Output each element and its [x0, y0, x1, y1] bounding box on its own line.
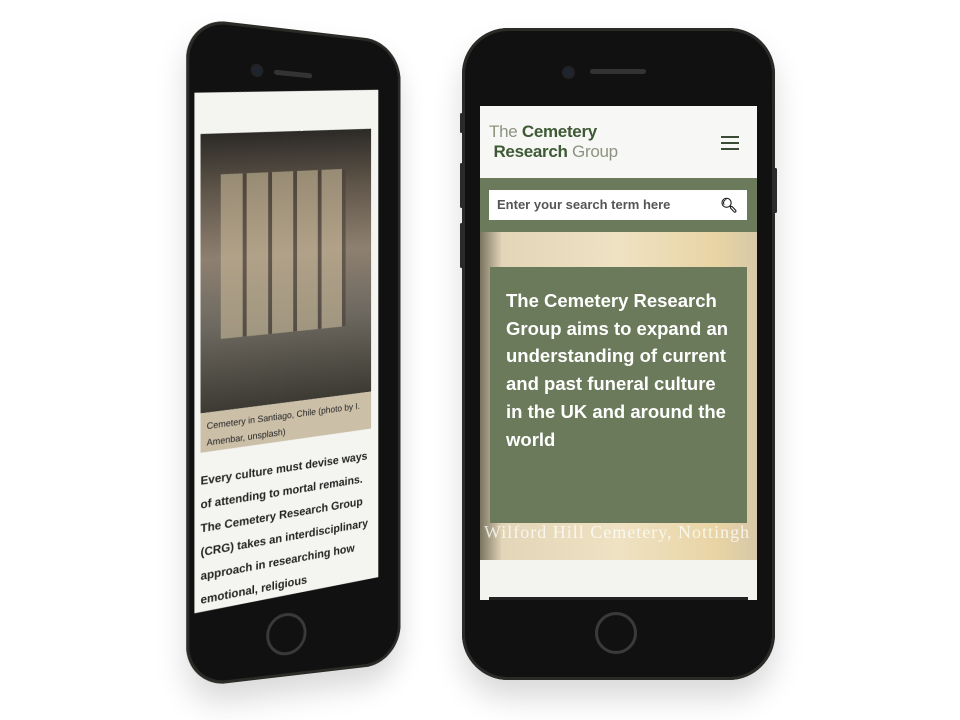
mute-switch	[460, 113, 463, 133]
site-header: The Cemetery Research Group	[480, 106, 757, 178]
hero-image-caption: Wilford Hill Cemetery, Nottingh	[484, 522, 751, 542]
camera	[564, 68, 573, 77]
volume-up-button	[460, 163, 463, 208]
search-input[interactable]: Enter your search term here 🔍︎	[489, 190, 747, 220]
intro-text: Every culture must devise ways of attend…	[200, 450, 368, 607]
site-logo[interactable]: The Cemetery Research Group	[489, 122, 618, 162]
search-band: Enter your search term here 🔍︎	[480, 178, 757, 232]
home-button[interactable]	[266, 611, 307, 658]
right-phone-screen: The Cemetery Research Group Enter your s…	[480, 106, 757, 600]
speaker	[590, 69, 646, 74]
hero-section: Wilford Hill Cemetery, Nottingh The Ceme…	[480, 232, 757, 560]
cemetery-photo	[200, 128, 372, 414]
home-button[interactable]	[595, 612, 637, 654]
left-phone-screen: Cemetery in Santiago, Chile (photo by I.…	[194, 89, 379, 614]
speaker	[274, 69, 313, 79]
volume-down-button	[460, 223, 463, 268]
next-section-edge	[489, 597, 748, 600]
search-icon[interactable]: 🔍︎	[720, 197, 738, 214]
hero-text: The Cemetery Research Group aims to expa…	[490, 267, 747, 523]
right-phone: The Cemetery Research Group Enter your s…	[460, 28, 777, 680]
left-phone: Cemetery in Santiago, Chile (photo by I.…	[186, 17, 401, 688]
hamburger-menu-icon[interactable]	[721, 136, 739, 154]
camera	[252, 65, 262, 76]
power-button	[774, 168, 777, 213]
